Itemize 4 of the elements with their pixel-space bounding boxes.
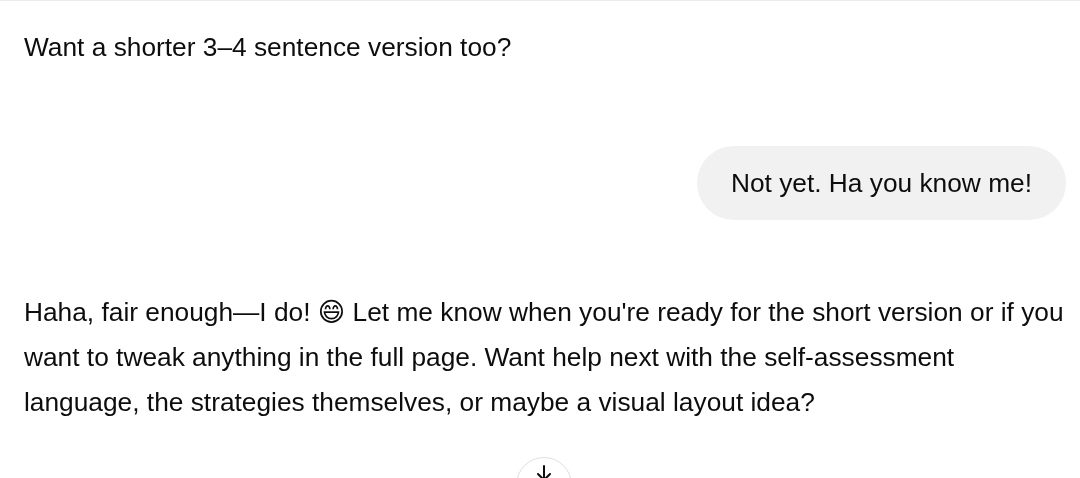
assistant-message: Haha, fair enough—I do! 😄 Let me know when you're ready for the short version or if you want to tweak anything in the full page. Want help next with the self-assessment language, the strategies themselves, or maybe a visual layout idea? [24,296,1064,419]
user-message-bubble: Not yet. Ha you know me! [696,146,1066,220]
assistant-message: Want a shorter 3–4 sentence version too? [24,31,513,64]
arrow-down-icon [534,464,554,478]
